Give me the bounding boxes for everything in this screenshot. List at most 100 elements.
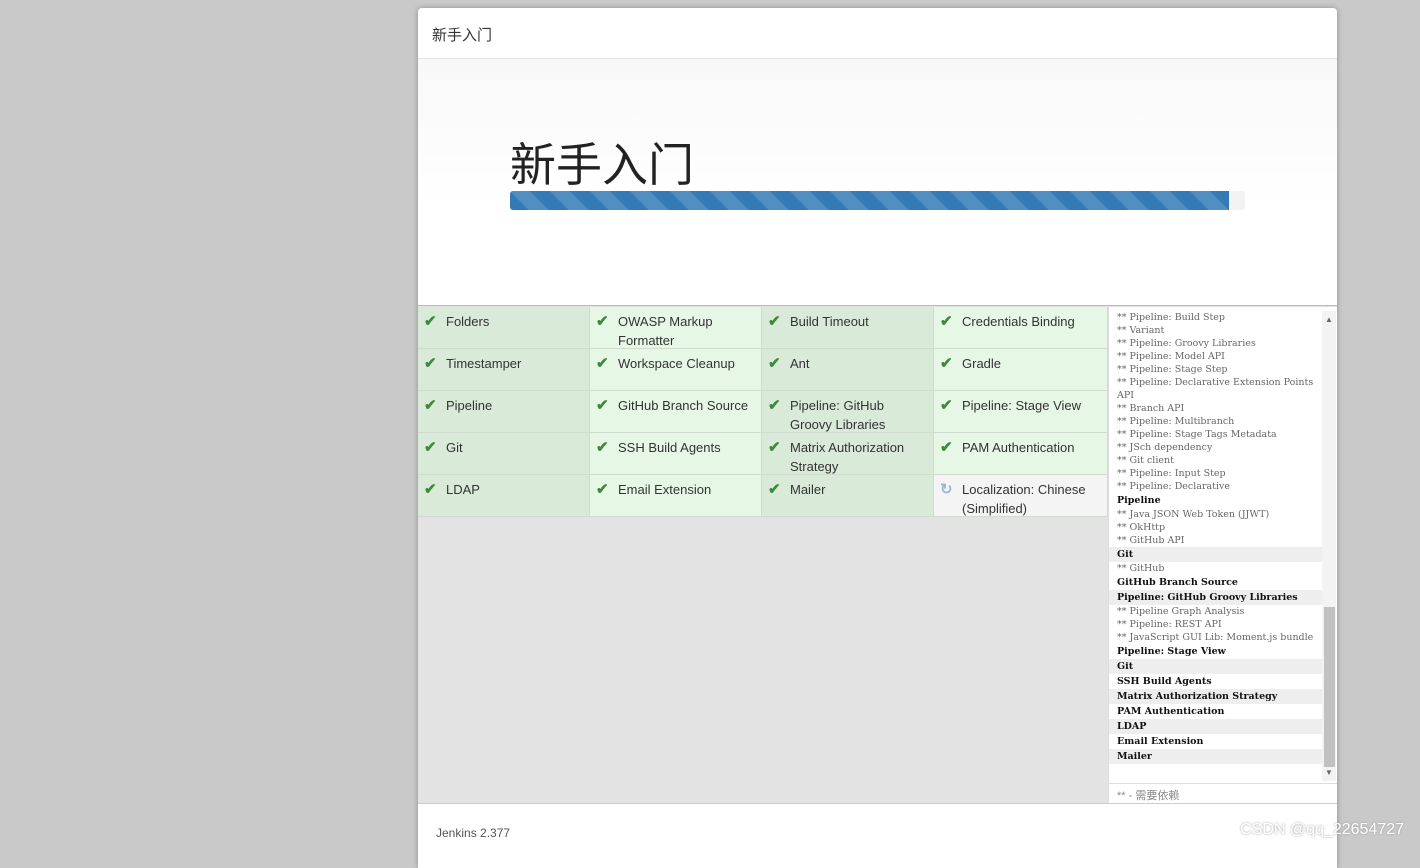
plugin-cell: ✔ Credentials Binding [934,307,1108,349]
plugin-cell: ✔ LDAP [418,475,590,517]
banner: 新手入门 [418,59,1337,306]
plugin-name: Timestamper [446,356,522,371]
progress-fill [510,191,1229,210]
plugin-name: Mailer [790,482,826,497]
log-line: ** Pipeline: Model API [1117,351,1225,362]
log-line: ** JavaScript GUI Lib: Moment.js bundle [1117,632,1314,643]
log-line: Mailer [1109,749,1322,764]
plugin-name: Credentials Binding [962,314,1075,329]
check-icon: ✔ [768,313,781,330]
plugin-name: LDAP [446,482,480,497]
check-icon: ✔ [768,397,781,414]
check-icon: ✔ [424,397,437,414]
plugin-cell: ✔ Gradle [934,349,1108,391]
plugin-cell: ✔ PAM Authentication [934,433,1108,475]
log-line: Email Extension [1117,736,1204,747]
log-line: ** Pipeline Graph Analysis [1117,606,1245,617]
log-line: Git [1109,547,1322,562]
log-line: ** Pipeline: Declarative [1117,481,1231,492]
check-icon: ✔ [596,313,609,330]
log-line: Pipeline: Stage View [1117,646,1226,657]
install-log-panel: ** Pipeline: Build Step ** Variant ** Pipe… [1108,307,1337,803]
plugin-name: Pipeline: GitHub Groovy Libraries [790,398,886,432]
plugin-name: Localization: Chinese (Simplified) [962,482,1086,516]
footer-version: Jenkins 2.377 [418,803,1337,863]
log-line: ** Pipeline: REST API [1117,619,1222,630]
plugin-cell: ↻ Localization: Chinese (Simplified) [934,475,1108,517]
log-line: ** Java JSON Web Token (JJWT) [1117,509,1270,520]
log-line: Git [1109,659,1322,674]
plugin-name: Ant [790,356,810,371]
scrollbar-thumb[interactable] [1324,607,1335,767]
plugin-cell: ✔ Mailer [762,475,934,517]
plugin-name: SSH Build Agents [618,440,721,455]
log-line: ** Variant [1117,325,1165,336]
log-line: Pipeline: GitHub Groovy Libraries [1109,590,1322,605]
plugin-cell: ✔ Email Extension [590,475,762,517]
log-line: ** Git client [1117,455,1174,466]
check-icon: ✔ [424,313,437,330]
plugin-name: Pipeline [446,398,493,413]
plugin-name: Folders [446,314,490,329]
plugin-cell: ✔ Pipeline: GitHub Groovy Libraries [762,391,934,433]
plugin-cell: ✔ Git [418,433,590,475]
page-heading: 新手入门 [510,139,694,191]
log-line: ** Pipeline: Groovy Libraries [1117,338,1256,349]
install-content: ✔ Folders ✔ OWASP Markup Formatter ✔ Build Ti… [418,307,1337,803]
log-line: PAM Authentication [1117,706,1225,717]
plugin-cell: ✔ Ant [762,349,934,391]
install-log: ** Pipeline: Build Step ** Variant ** Pipe… [1109,311,1322,781]
log-line: ** GitHub [1117,563,1165,574]
plugin-grid: ✔ Folders ✔ OWASP Markup Formatter ✔ Build Ti… [418,307,1108,517]
log-line: Pipeline [1117,495,1161,506]
check-icon: ✔ [424,355,437,372]
plugin-name: GitHub Branch Source [618,398,749,413]
log-scrollbar[interactable]: ▲ ▼ [1322,311,1336,781]
plugin-cell: ✔ Workspace Cleanup [590,349,762,391]
log-line: ** Pipeline: Multibranch [1117,416,1235,427]
log-line: ** GitHub API [1117,535,1185,546]
setup-wizard-dialog: 新手入门 新手入门 ✔ Folders ✔ OWASP Markup Formatte… [418,8,1337,868]
log-line: ** Branch API [1117,403,1185,414]
check-icon: ✔ [940,313,953,330]
check-icon: ✔ [940,439,953,456]
check-icon: ✔ [768,355,781,372]
check-icon: ✔ [940,397,953,414]
plugin-cell: ✔ Folders [418,307,590,349]
check-icon: ✔ [940,355,953,372]
log-line: ** Pipeline: Build Step [1117,312,1225,323]
plugin-cell: ✔ Pipeline: Stage View [934,391,1108,433]
plugin-name: Workspace Cleanup [618,356,735,371]
log-line: ** JSch dependency [1117,442,1213,453]
plugin-name: Pipeline: Stage View [962,398,1082,413]
check-icon: ✔ [596,397,609,414]
scroll-up-icon[interactable]: ▲ [1325,315,1333,324]
plugin-cell: ✔ Matrix Authorization Strategy [762,433,934,475]
dependency-legend: ** - 需要依赖 [1109,783,1337,803]
check-icon: ✔ [768,481,781,498]
check-icon: ✔ [596,439,609,456]
plugin-name: Matrix Authorization Strategy [790,440,905,474]
scroll-down-icon[interactable]: ▼ [1325,768,1333,777]
plugin-cell: ✔ OWASP Markup Formatter [590,307,762,349]
spinner-icon: ↻ [940,481,953,498]
plugin-name: OWASP Markup Formatter [618,314,713,348]
plugin-cell: ✔ Pipeline [418,391,590,433]
check-icon: ✔ [596,481,609,498]
log-line: GitHub Branch Source [1117,577,1238,588]
plugin-name: Build Timeout [790,314,869,329]
plugin-name: PAM Authentication [962,440,1075,455]
log-line: ** Pipeline: Stage Tags Metadata [1117,429,1277,440]
log-line: ** Pipeline: Input Step [1117,468,1226,479]
check-icon: ✔ [424,481,437,498]
log-line: ** OkHttp [1117,522,1166,533]
plugin-cell: ✔ Timestamper [418,349,590,391]
plugin-cell: ✔ SSH Build Agents [590,433,762,475]
log-line: ** Pipeline: Stage Step [1117,364,1228,375]
watermark: CSDN @qq_22654727 [1240,821,1404,838]
plugin-name: Git [446,440,463,455]
dialog-title: 新手入门 [418,8,1337,59]
log-line: LDAP [1109,719,1322,734]
check-icon: ✔ [596,355,609,372]
check-icon: ✔ [768,439,781,456]
